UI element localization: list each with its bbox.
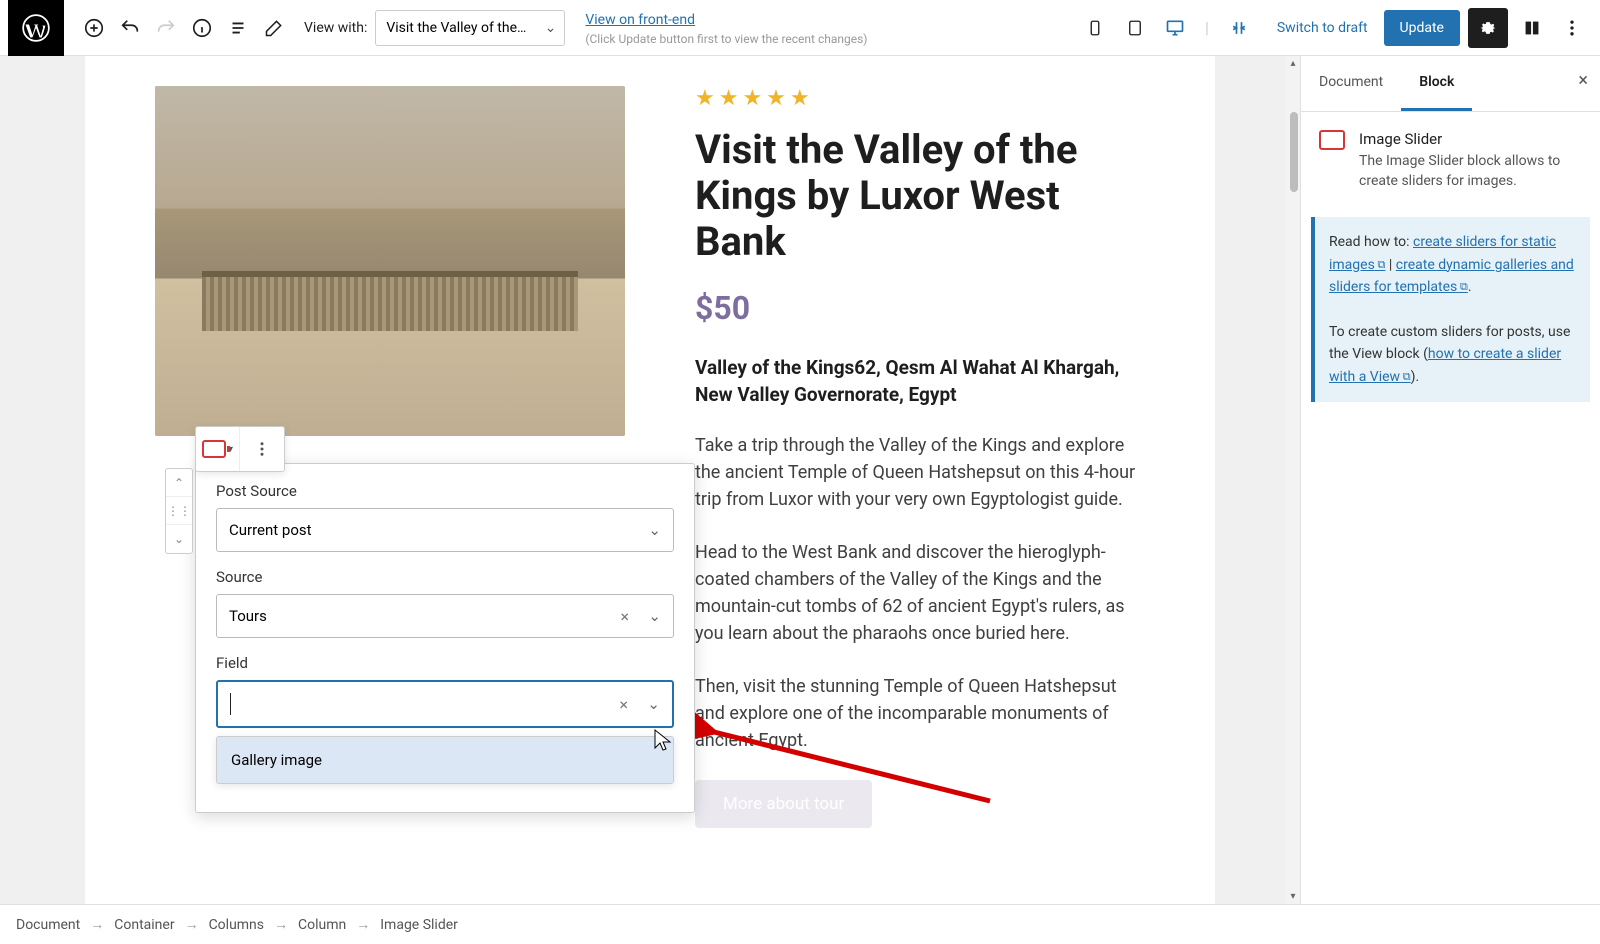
block-toolbar: ▾ — [195, 426, 285, 472]
view-front-end-link[interactable]: View on front-end — [585, 12, 695, 28]
tablet-preview-icon[interactable] — [1117, 10, 1153, 46]
crumb-columns[interactable]: Columns — [209, 917, 264, 933]
external-link-icon: ⧉ — [1457, 280, 1468, 293]
rating-stars: ★★★★★ — [695, 86, 1145, 111]
move-down-button[interactable]: ⌄ — [166, 525, 192, 553]
source-label: Source — [216, 568, 674, 586]
block-name: Image Slider — [1359, 130, 1582, 148]
more-options-icon[interactable] — [1552, 8, 1592, 48]
block-type-button[interactable]: ▾ — [196, 427, 240, 471]
tab-document[interactable]: Document — [1301, 56, 1401, 111]
location-text: Valley of the Kings62, Qesm Al Wahat Al … — [695, 355, 1145, 408]
toolset-icon[interactable] — [1512, 8, 1552, 48]
undo-icon[interactable] — [112, 10, 148, 46]
update-button[interactable]: Update — [1384, 10, 1460, 46]
separator: | — [1205, 18, 1209, 37]
editor-canvas: ▴ ▾ ▾ — [0, 56, 1300, 904]
scroll-up-icon[interactable]: ▴ — [1286, 58, 1300, 69]
crumb-container[interactable]: Container — [114, 917, 174, 933]
clear-source-icon[interactable]: × — [620, 607, 629, 626]
edit-icon[interactable] — [256, 10, 292, 46]
block-mover: ⌃ ⋮⋮ ⌄ — [165, 468, 193, 554]
paragraph-3[interactable]: Then, visit the stunning Temple of Queen… — [695, 673, 1145, 754]
scroll-down-icon[interactable]: ▾ — [1286, 891, 1300, 902]
external-link-icon: ⧉ — [1375, 258, 1386, 271]
drag-handle[interactable]: ⋮⋮ — [166, 497, 192, 525]
crumb-image-slider[interactable]: Image Slider — [380, 917, 458, 933]
hero-image[interactable] — [155, 86, 625, 436]
view-with-select[interactable]: Visit the Valley of the… ⌄ — [375, 10, 565, 46]
move-up-button[interactable]: ⌃ — [166, 469, 192, 497]
front-end-link-group: View on front-end (Click Update button f… — [585, 9, 867, 47]
front-end-hint: (Click Update button first to view the r… — [585, 32, 867, 46]
sidebar-notice: Read how to: create sliders for static i… — [1311, 217, 1590, 402]
preview-device-icons: | — [1077, 10, 1257, 46]
separator: | — [1389, 257, 1396, 273]
source-select[interactable]: Tours × ⌄ — [216, 594, 674, 638]
crumb-column[interactable]: Column — [298, 917, 346, 933]
chevron-down-icon: ⌄ — [648, 521, 661, 539]
post-source-label: Post Source — [216, 482, 674, 500]
content-column: ★★★★★ Visit the Valley of the Kings by L… — [695, 86, 1145, 828]
paragraph-1[interactable]: Take a trip through the Valley of the Ki… — [695, 432, 1145, 513]
switch-to-draft-button[interactable]: Switch to draft — [1277, 20, 1368, 36]
redo-icon[interactable] — [148, 10, 184, 46]
block-info-header: Image Slider The Image Slider block allo… — [1301, 112, 1600, 203]
wordpress-logo[interactable] — [8, 0, 64, 56]
add-block-icon[interactable] — [76, 10, 112, 46]
source-value: Tours — [229, 607, 267, 625]
chevron-down-icon: ⌄ — [648, 607, 661, 625]
tab-block[interactable]: Block — [1401, 56, 1472, 111]
scrollbar-track[interactable]: ▴ ▾ — [1286, 56, 1300, 904]
image-slider-icon — [1319, 130, 1345, 150]
frontend-toggle-icon[interactable] — [1221, 10, 1257, 46]
chevron-down-icon: ⌄ — [647, 695, 660, 713]
clear-field-icon[interactable]: × — [619, 695, 628, 714]
external-link-icon: ⧉ — [1400, 370, 1411, 383]
list-view-icon[interactable] — [220, 10, 256, 46]
mobile-preview-icon[interactable] — [1077, 10, 1113, 46]
price: $50 — [695, 289, 1145, 327]
block-more-options-button[interactable] — [240, 427, 284, 471]
post-source-select[interactable]: Current post ⌄ — [216, 508, 674, 552]
notice-part2b: ). — [1411, 369, 1420, 385]
notice-lead: Read how to: — [1329, 234, 1413, 250]
post-source-value: Current post — [229, 521, 312, 539]
page-title[interactable]: Visit the Valley of the Kings by Luxor W… — [695, 127, 1145, 265]
field-input[interactable] — [231, 695, 634, 713]
more-about-tour-button[interactable]: More about tour — [695, 780, 872, 828]
block-settings-popover: Post Source Current post ⌄ Source Tours … — [195, 463, 695, 813]
image-slider-icon — [202, 440, 226, 458]
desktop-preview-icon[interactable] — [1157, 10, 1193, 46]
block-description: The Image Slider block allows to create … — [1359, 152, 1582, 191]
view-with-value: Visit the Valley of the… — [386, 20, 526, 36]
field-select[interactable]: × ⌄ — [216, 680, 674, 728]
editor-top-toolbar: View with: Visit the Valley of the… ⌄ Vi… — [0, 0, 1600, 56]
field-dropdown: Gallery image — [216, 736, 674, 784]
sidebar-tabs: Document Block × — [1301, 56, 1600, 112]
field-option-gallery-image[interactable]: Gallery image — [217, 737, 673, 783]
scrollbar-thumb[interactable] — [1290, 112, 1298, 192]
settings-sidebar: Document Block × Image Slider The Image … — [1300, 56, 1600, 904]
close-sidebar-icon[interactable]: × — [1578, 70, 1588, 91]
settings-gear-icon[interactable] — [1468, 8, 1508, 48]
breadcrumb: Document→ Container→ Columns→ Column→ Im… — [0, 904, 1600, 944]
chevron-down-icon: ⌄ — [545, 20, 557, 36]
field-label: Field — [216, 654, 674, 672]
info-icon[interactable] — [184, 10, 220, 46]
paragraph-2[interactable]: Head to the West Bank and discover the h… — [695, 539, 1145, 647]
crumb-document[interactable]: Document — [16, 917, 80, 933]
view-with-label: View with: — [304, 20, 367, 36]
